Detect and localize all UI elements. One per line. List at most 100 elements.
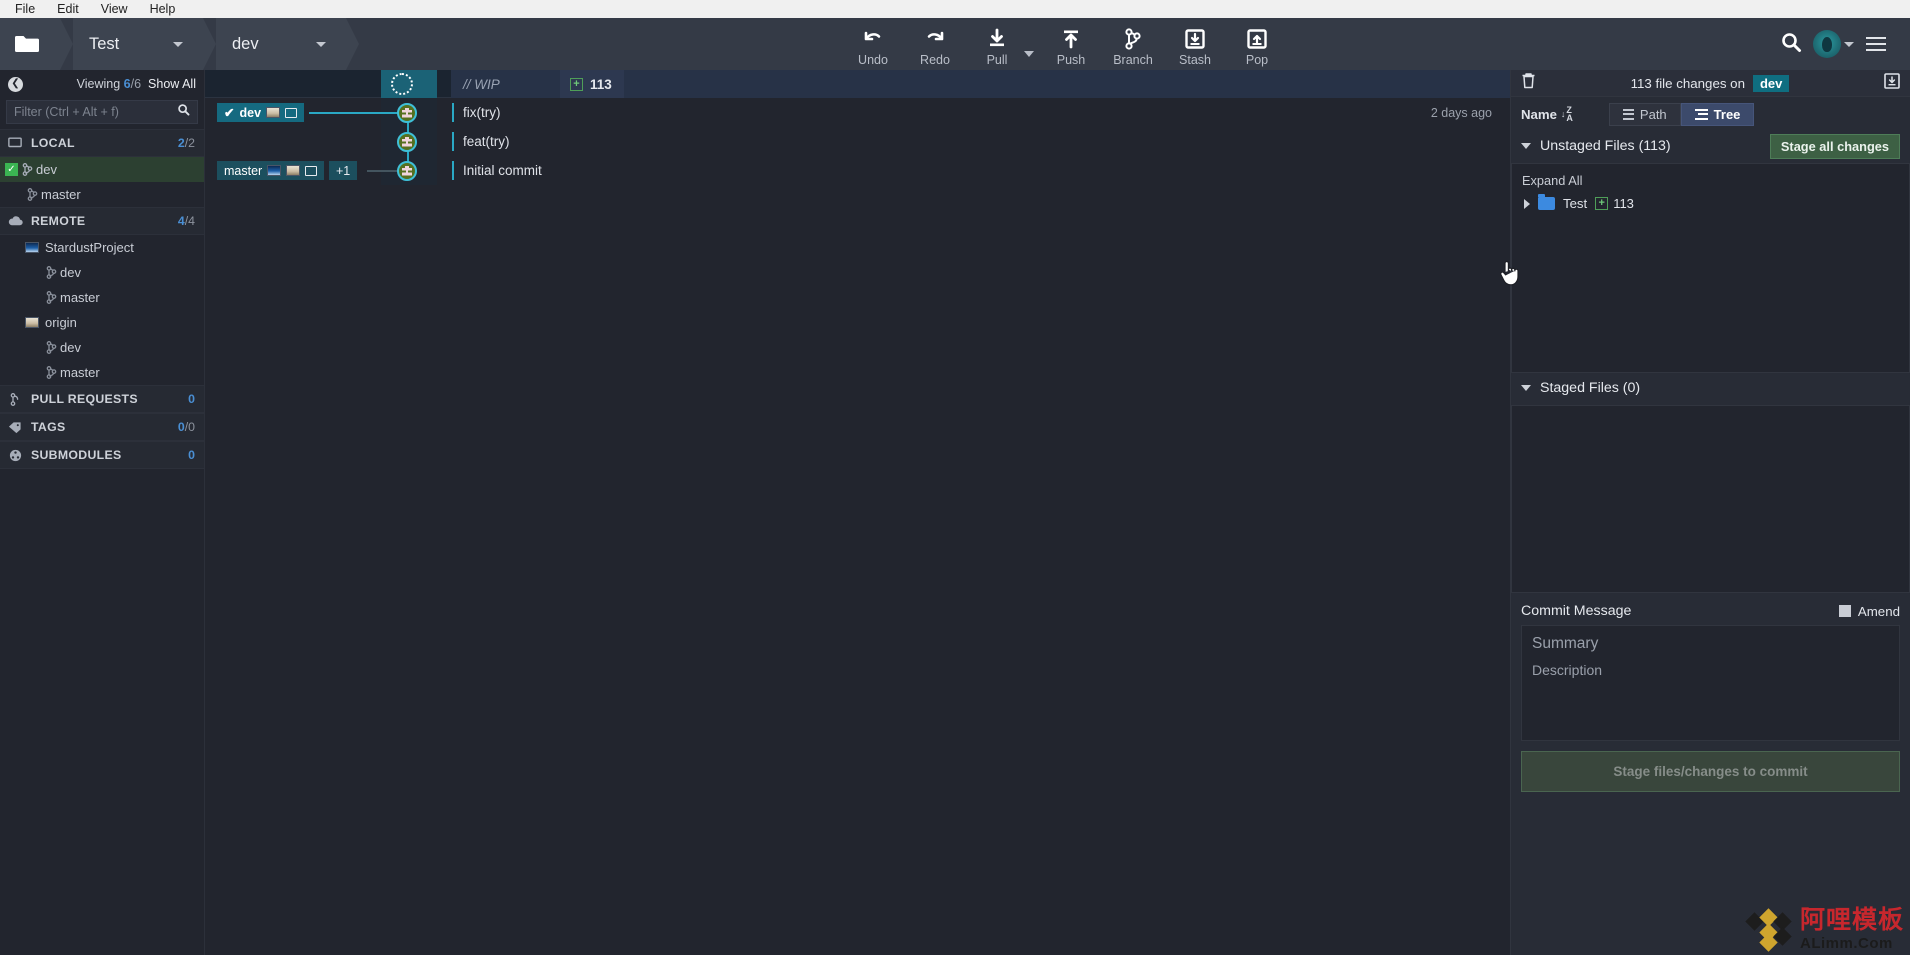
- push-button[interactable]: Push: [1040, 25, 1102, 67]
- sidebar-section-submodules[interactable]: SUBMODULES 0: [0, 441, 204, 469]
- monitor-icon: [305, 165, 318, 176]
- repo-selector[interactable]: Test: [73, 18, 219, 70]
- undo-button[interactable]: Undo: [842, 25, 904, 67]
- wip-node-cell: [381, 70, 437, 98]
- branch-icon: [42, 341, 60, 354]
- collapse-panel-icon[interactable]: [1884, 72, 1900, 94]
- sidebar-item-remote-stardustproject[interactable]: StardustProject: [0, 235, 204, 260]
- commit-description-input[interactable]: Description: [1532, 662, 1889, 678]
- commit-button[interactable]: Stage files/changes to commit: [1521, 751, 1900, 792]
- menu-item-file[interactable]: File: [4, 0, 46, 18]
- sidebar-item-stardust-dev[interactable]: dev: [0, 260, 204, 285]
- count-current: 0: [177, 420, 185, 434]
- commit-message: Initial commit: [463, 163, 542, 178]
- pull-button[interactable]: Pull: [966, 25, 1028, 67]
- open-repo-button[interactable]: [0, 18, 76, 70]
- staged-files-list[interactable]: [1511, 405, 1910, 593]
- branch-icon: [18, 163, 36, 176]
- commit-summary-input[interactable]: Summary: [1532, 635, 1889, 653]
- pop-button[interactable]: Pop: [1226, 25, 1288, 67]
- branch-label: Branch: [1113, 53, 1153, 67]
- expand-all-button[interactable]: Expand All: [1512, 164, 1909, 194]
- sidebar-item-local-master[interactable]: master: [0, 182, 204, 207]
- commit-node-icon[interactable]: [397, 131, 417, 152]
- sidebar-item-label: dev: [60, 340, 81, 355]
- branch-chip-dev[interactable]: ✔ dev: [217, 103, 305, 122]
- unstaged-files-list[interactable]: Expand All Test + 113: [1511, 163, 1910, 373]
- commit-node-icon[interactable]: [397, 102, 417, 123]
- branch-selector[interactable]: dev: [216, 18, 362, 70]
- remote-thumb-blue-icon: [23, 242, 41, 253]
- viewing-total: /6: [130, 77, 142, 91]
- viewing-label: Viewing: [76, 77, 121, 91]
- app-menu-button[interactable]: [1856, 18, 1896, 70]
- chevron-down-icon[interactable]: [1521, 143, 1531, 149]
- checked-icon: ✔: [224, 106, 235, 120]
- menu-item-view[interactable]: View: [90, 0, 139, 18]
- view-mode-toggle: Path Tree: [1608, 102, 1755, 126]
- view-mode-tree-button[interactable]: Tree: [1680, 102, 1755, 126]
- view-mode-tree-label: Tree: [1713, 106, 1741, 122]
- chevron-down-icon[interactable]: [1521, 385, 1531, 391]
- sort-control[interactable]: Name ↓ Z A: [1521, 106, 1573, 123]
- filter-field[interactable]: [6, 100, 198, 124]
- sidebar-section-pull-requests[interactable]: PULL REQUESTS 0: [0, 385, 204, 413]
- chevron-down-icon: [1844, 41, 1854, 47]
- monitor-icon: [285, 107, 298, 118]
- tree-icon: [1694, 106, 1708, 122]
- main-toolbar: Test dev Undo Redo Pull Push Branch Stas…: [0, 18, 1910, 70]
- branch-button[interactable]: Branch: [1102, 25, 1164, 67]
- stash-button[interactable]: Stash: [1164, 25, 1226, 67]
- back-chevron-icon[interactable]: ❮: [8, 76, 23, 92]
- branch-icon: [1122, 27, 1144, 51]
- sidebar-item-label: master: [60, 365, 100, 380]
- branch-chip-more-count[interactable]: +1: [329, 161, 358, 180]
- file-tree-row-test[interactable]: Test + 113: [1512, 194, 1909, 213]
- chip-connector: [367, 170, 399, 172]
- wip-row[interactable]: // WIP + 113: [205, 70, 1510, 98]
- sidebar-item-stardust-master[interactable]: master: [0, 285, 204, 310]
- sidebar-item-origin-dev[interactable]: dev: [0, 335, 204, 360]
- chevron-right-icon[interactable]: [1524, 198, 1530, 209]
- commit-row-fix-try[interactable]: ✔ dev fix(try) 2 days ago: [205, 98, 1510, 127]
- redo-label: Redo: [920, 53, 950, 67]
- pop-label: Pop: [1245, 53, 1269, 67]
- sidebar-section-remote[interactable]: REMOTE 4/4: [0, 207, 204, 235]
- commit-row-initial-commit[interactable]: master +1 Initial commit: [205, 156, 1510, 185]
- unstaged-section-header: Unstaged Files (113) Stage all changes: [1511, 131, 1910, 161]
- commit-row-feat-try[interactable]: feat(try): [205, 127, 1510, 156]
- sidebar-section-local[interactable]: LOCAL 2/2: [0, 129, 204, 157]
- file-tree-row-label: Test: [1563, 196, 1588, 211]
- sidebar-item-origin-master[interactable]: master: [0, 360, 204, 385]
- filter-input[interactable]: [14, 105, 177, 119]
- commit-node-icon[interactable]: [397, 160, 417, 181]
- pull-options-chevron-down-icon[interactable]: [1024, 50, 1034, 57]
- chip-connector: [309, 112, 399, 114]
- repo-breadcrumb: Test dev: [0, 18, 362, 70]
- sidebar-item-local-dev[interactable]: ✓ dev: [0, 157, 204, 182]
- main-content: ❮ Viewing 6/6 Show All LOCAL 2/2 ✓: [0, 70, 1910, 955]
- repo-name: Test: [89, 34, 120, 53]
- commit-row-divider: [452, 103, 454, 122]
- commit-message-editor[interactable]: Summary Description: [1521, 625, 1900, 741]
- staged-section-title: Staged Files (0): [1540, 380, 1641, 396]
- menu-item-help[interactable]: Help: [139, 0, 187, 18]
- branch-chip-master[interactable]: master: [217, 161, 325, 180]
- remote-thumb-beige-icon: [23, 317, 41, 328]
- account-button[interactable]: [1813, 18, 1854, 70]
- sidebar-section-tags[interactable]: TAGS 0/0: [0, 413, 204, 441]
- stage-all-changes-button[interactable]: Stage all changes: [1769, 133, 1900, 159]
- menu-item-edit[interactable]: Edit: [46, 0, 90, 18]
- sidebar-section-count: 2/2: [178, 136, 195, 150]
- commit-message: feat(try): [463, 134, 510, 149]
- search-button[interactable]: [1771, 18, 1811, 70]
- trash-icon[interactable]: [1521, 72, 1536, 94]
- avatar-thumb-icon: [266, 107, 281, 118]
- show-all-button[interactable]: Show All: [148, 77, 196, 91]
- redo-button[interactable]: Redo: [904, 25, 966, 67]
- submodule-icon: [6, 449, 24, 462]
- count-total: /2: [184, 136, 195, 150]
- view-mode-path-button[interactable]: Path: [1608, 102, 1681, 126]
- sidebar-item-remote-origin[interactable]: origin: [0, 310, 204, 335]
- amend-toggle[interactable]: Amend: [1838, 604, 1900, 619]
